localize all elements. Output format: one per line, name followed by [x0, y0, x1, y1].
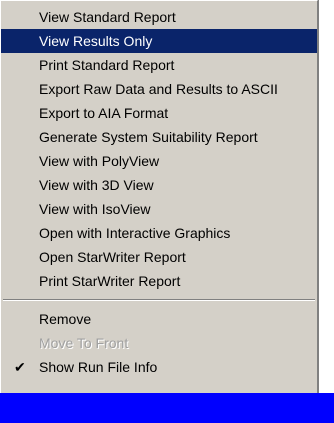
menu-item-open-interactive-graphics[interactable]: Open with Interactive Graphics — [1, 221, 317, 245]
taskbar-strip — [0, 393, 334, 423]
menu-item-remove[interactable]: Remove — [1, 307, 317, 331]
menu-item-view-with-isoview[interactable]: View with IsoView — [1, 197, 317, 221]
menu-item-show-run-file-info[interactable]: ✔ Show Run File Info — [1, 355, 317, 379]
menu-item-print-starwriter-report[interactable]: Print StarWriter Report — [1, 269, 317, 293]
background-window-edge — [318, 0, 334, 393]
menu-item-print-standard-report[interactable]: Print Standard Report — [1, 53, 317, 77]
menu-item-view-with-3d-view[interactable]: View with 3D View — [1, 173, 317, 197]
menu-item-show-run-file-info-label: Show Run File Info — [39, 359, 158, 375]
menu-item-move-to-front: Move To Front — [39, 335, 129, 351]
menu-item-view-results-only[interactable]: View Results Only — [1, 29, 317, 53]
menu-item-generate-system-suitability-report[interactable]: Generate System Suitability Report — [1, 125, 317, 149]
checkmark-icon: ✔ — [14, 359, 26, 375]
menu-item-view-standard-report[interactable]: View Standard Report — [1, 5, 317, 29]
menu-item-export-raw-data-ascii[interactable]: Export Raw Data and Results to ASCII — [1, 77, 317, 101]
menu-item-export-aia-format[interactable]: Export to AIA Format — [1, 101, 317, 125]
menu-separator — [1, 293, 317, 307]
menu-item-open-starwriter-report[interactable]: Open StarWriter Report — [1, 245, 317, 269]
menu-item-view-with-polyview[interactable]: View with PolyView — [1, 149, 317, 173]
context-menu: View Standard Report View Results Only P… — [0, 0, 318, 423]
